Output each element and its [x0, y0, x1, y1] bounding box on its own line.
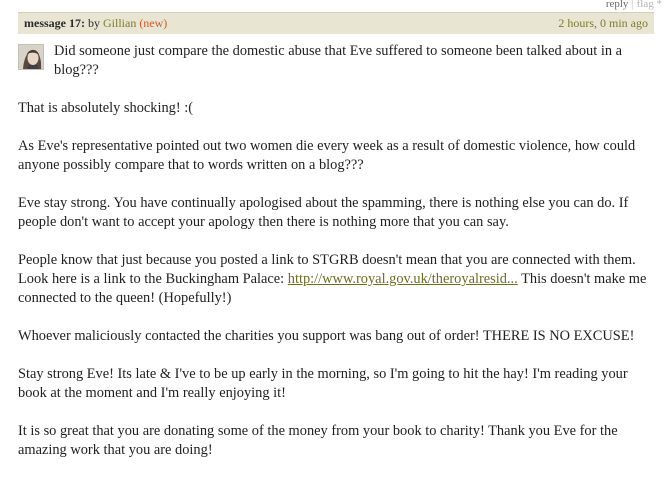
message-paragraph: That is absolutely shocking! :( [18, 100, 194, 116]
author-name[interactable]: Gillian [103, 16, 136, 30]
message-paragraph: Did someone just compare the domestic ab… [54, 43, 622, 78]
by-label: by [87, 16, 100, 30]
message-paragraph: Whoever maliciously contacted the charit… [18, 328, 635, 344]
top-links: reply | flag * [606, 0, 662, 10]
message-timestamp: 2 hours, 0 min ago [558, 16, 648, 30]
link-separator: | [631, 0, 634, 10]
message-meta: message 17: by Gillian (new) [24, 16, 167, 31]
new-badge: (new) [139, 16, 168, 30]
message-paragraph: Stay strong Eve! Its late & I've to be u… [18, 366, 628, 401]
reply-link[interactable]: reply [606, 0, 629, 10]
message-paragraph-with-link: People know that just because you posted… [18, 251, 658, 308]
royal-link[interactable]: http://www.royal.gov.uk/theroyalresid... [288, 271, 518, 287]
message-number: message 17: [24, 16, 85, 30]
message-paragraph: As Eve's representative pointed out two … [18, 138, 636, 173]
message-paragraph: It is so great that you are donating som… [18, 423, 618, 458]
message-header: message 17: by Gillian (new) 2 hours, 0 … [18, 12, 654, 34]
flag-link[interactable]: flag * [637, 0, 662, 10]
message-body: Did someone just compare the domestic ab… [18, 42, 658, 479]
message-paragraph: Eve stay strong. You have continually ap… [18, 195, 629, 230]
